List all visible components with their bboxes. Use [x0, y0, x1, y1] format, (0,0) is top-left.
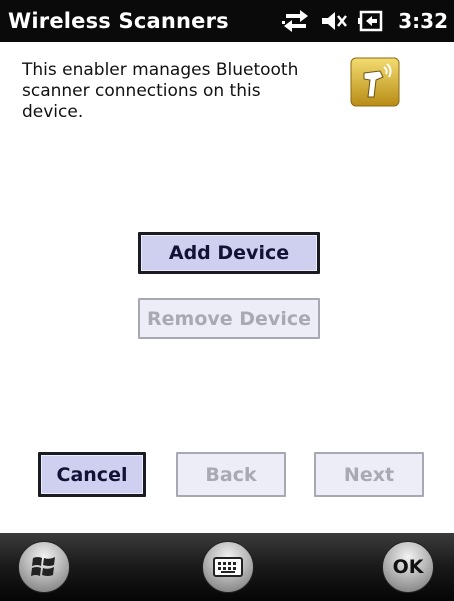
bluetooth-scanner-icon: [350, 57, 400, 107]
main-content: This enabler manages Bluetooth scanner c…: [0, 42, 454, 533]
keyboard-icon: [213, 557, 243, 577]
title-bar: Wireless Scanners 3:32: [0, 0, 454, 42]
keyboard-button[interactable]: [202, 541, 254, 593]
soft-key-bar: OK: [0, 533, 454, 601]
battery-icon: [358, 10, 383, 32]
back-button[interactable]: Back: [176, 452, 286, 497]
windows-start-icon: [31, 557, 55, 576]
volume-muted-icon: [322, 12, 348, 30]
window-title: Wireless Scanners: [8, 9, 229, 33]
ok-label: OK: [392, 556, 424, 578]
ok-button[interactable]: OK: [382, 541, 434, 593]
status-icons[interactable]: 3:32: [282, 8, 448, 34]
connectivity-icon: [282, 10, 309, 32]
add-device-button[interactable]: Add Device: [138, 232, 320, 274]
start-button[interactable]: [18, 541, 70, 593]
cancel-button[interactable]: Cancel: [38, 452, 146, 497]
next-button[interactable]: Next: [314, 452, 424, 497]
clock: 3:32: [398, 9, 448, 33]
description-text: This enabler manages Bluetooth scanner c…: [22, 60, 299, 122]
remove-device-button[interactable]: Remove Device: [138, 298, 320, 339]
